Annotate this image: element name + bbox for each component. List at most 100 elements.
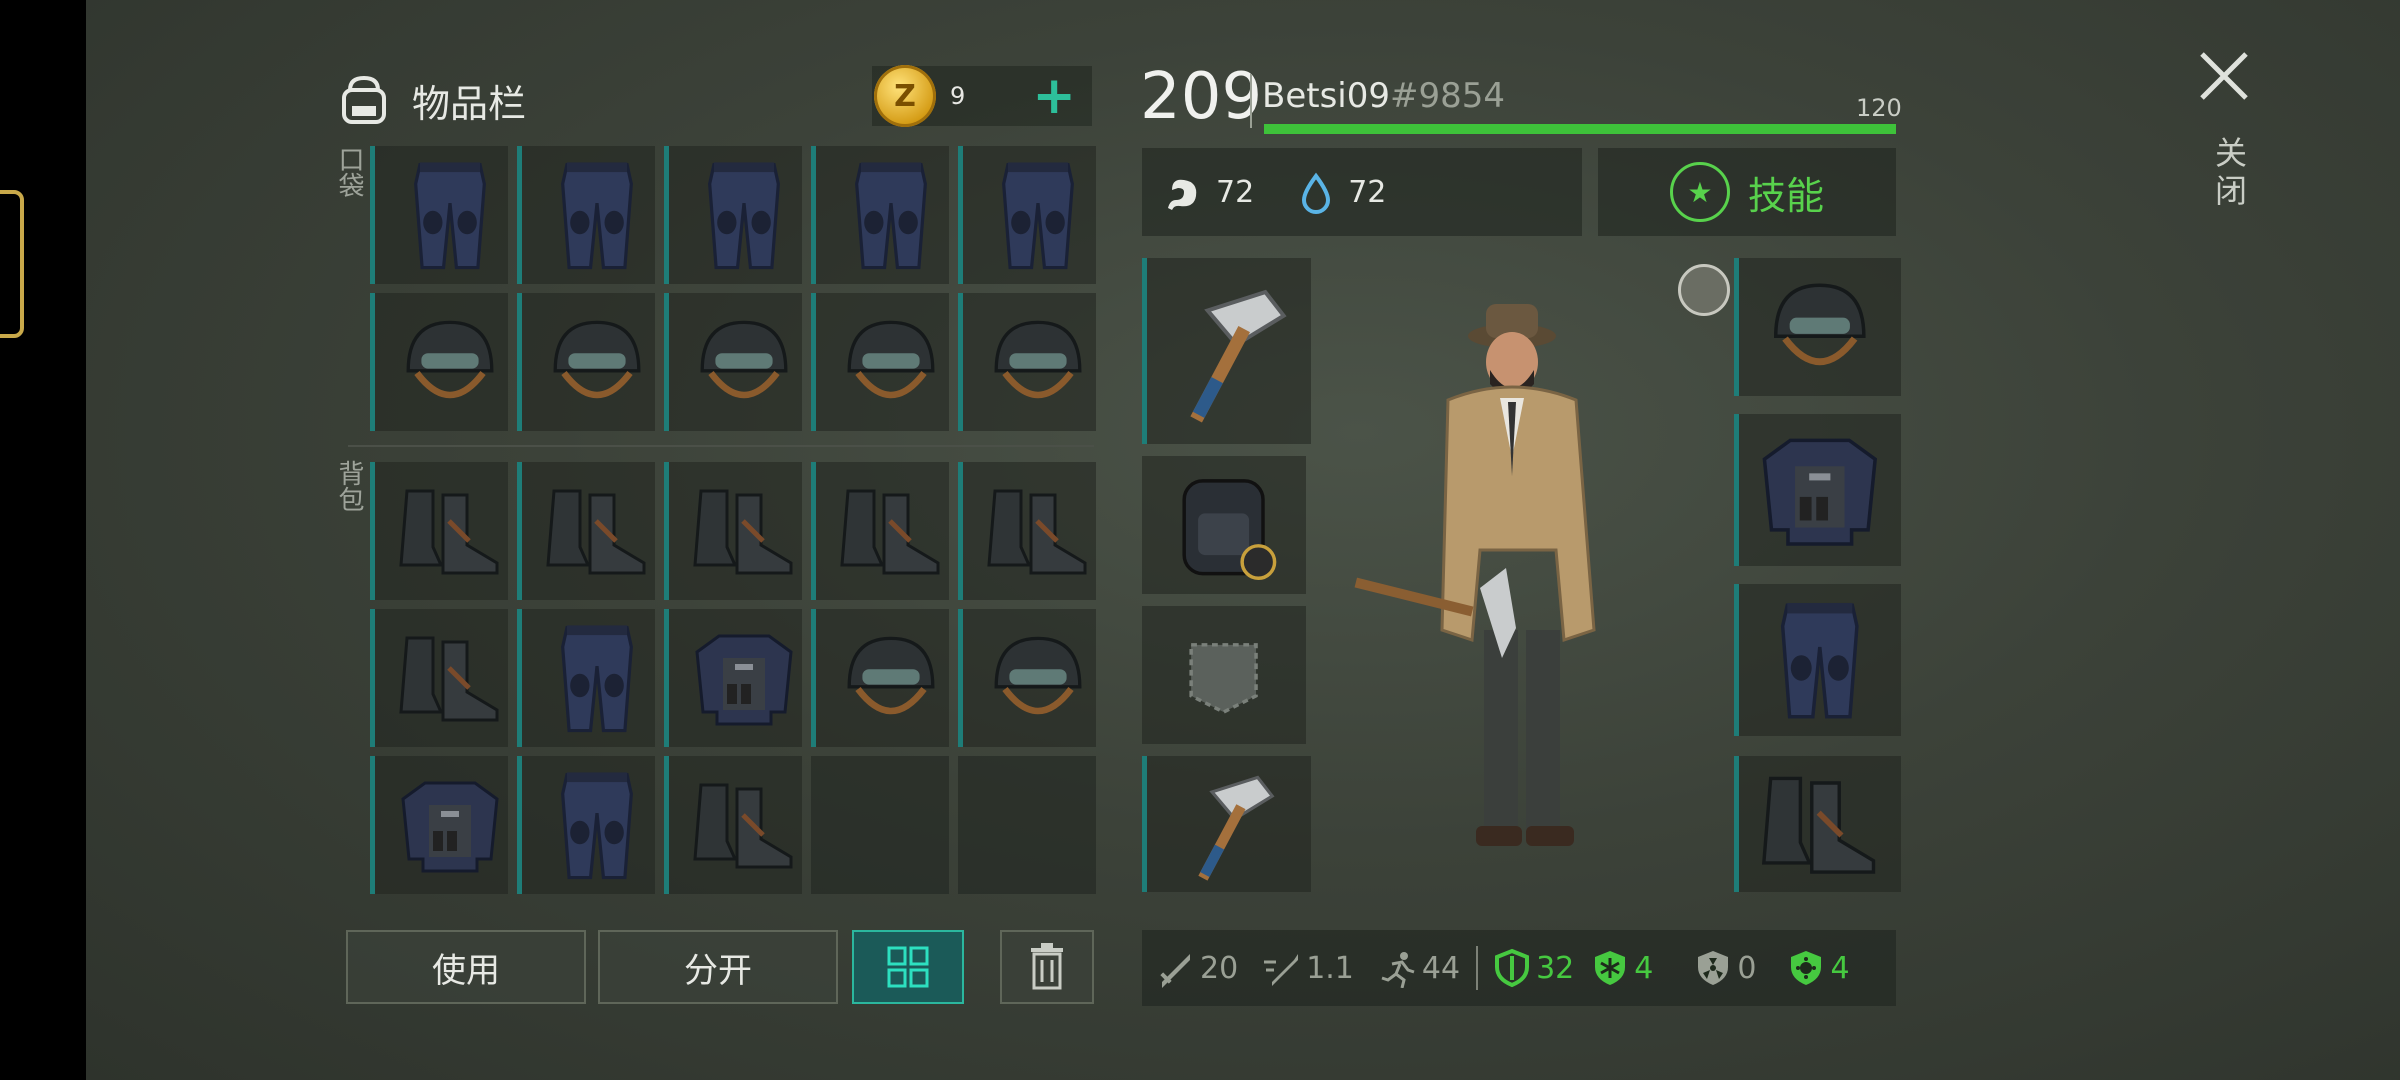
equip-slot-backpack[interactable] [1142,456,1306,594]
boots-icon [983,472,1093,590]
running-icon [1381,952,1415,988]
inventory-title: 物品栏 [412,81,527,126]
helmet-icon [836,619,946,737]
grid-icon [887,946,929,988]
pickaxe-icon [1163,767,1294,881]
backpack-slot[interactable] [664,462,802,600]
add-coins-button[interactable]: + [1032,70,1076,122]
pocket-slot[interactable] [958,293,1096,431]
armor-stat: 32 [1492,948,1574,988]
backpack-slot[interactable] [958,462,1096,600]
radiation-value: 0 [1737,950,1757,986]
backpack-slot[interactable] [517,756,655,894]
helmet-icon [395,303,505,421]
equip-slot-pocket[interactable] [1142,606,1306,744]
combat-stats: 20 1.1 44 32 4 0 4 [1142,930,1896,1006]
sword-icon [1160,954,1190,988]
helmet-icon [983,303,1093,421]
backpack-slot[interactable] [664,609,802,747]
radiation-stat: 0 [1693,948,1756,988]
split-button[interactable]: 分开 [598,930,838,1004]
helmet-icon [836,303,946,421]
armor-value: 32 [1536,950,1575,986]
pocket-slot[interactable] [811,293,949,431]
backpack-label: 背包 [334,460,364,512]
cold-resist-stat: 4 [1590,948,1653,988]
equip-slot-tool[interactable] [1142,756,1311,892]
boots-icon [689,472,799,590]
pants-icon [983,156,1093,274]
vest-icon [689,619,799,737]
boots-icon [1755,767,1885,881]
use-button[interactable]: 使用 [346,930,586,1004]
equip-slot-vest[interactable] [1734,414,1901,566]
player-name-text: Betsi09 [1262,76,1390,116]
backpack-slot[interactable] [958,609,1096,747]
helmet-icon [983,619,1093,737]
close-icon[interactable] [2192,44,2256,108]
pocket-slot[interactable] [664,146,802,284]
vest-icon [1755,426,1885,554]
equip-slot-boots[interactable] [1734,756,1901,892]
section-divider [348,445,1094,447]
pocket-slot[interactable] [517,293,655,431]
attack-speed-stat: 1.1 [1262,948,1354,988]
pocket-slot[interactable] [370,293,508,431]
backpack-slot[interactable] [811,756,949,894]
star-icon: ★ [1669,162,1730,222]
thirst-stat: 72 [1294,170,1386,214]
hunger-stat: 72 [1162,170,1254,214]
pocket-slot[interactable] [958,146,1096,284]
cold-resist-value: 4 [1634,950,1654,986]
backpack-icon [342,75,386,124]
equip-slot-pants[interactable] [1734,584,1901,736]
pants-icon [542,619,652,737]
backpack-slot[interactable] [370,756,508,894]
backpack-slot[interactable] [370,609,508,747]
pocket-slot[interactable] [370,146,508,284]
close-button-label[interactable]: 关闭 [2206,136,2252,212]
helmet-icon [689,303,799,421]
pants-icon [395,156,505,274]
pickaxe-icon [1163,273,1294,429]
backpack-slot[interactable] [811,462,949,600]
movement-speed-value: 44 [1421,950,1461,986]
water-drop-icon [1302,172,1331,214]
xp-bar [1264,124,1896,134]
backpack-slot[interactable] [664,756,802,894]
trash-icon [1031,943,1063,990]
equip-slot-helmet[interactable] [1734,258,1901,396]
backpack-slot[interactable] [517,609,655,747]
perk-badge-icon[interactable] [1678,264,1730,316]
side-badge-icon[interactable] [0,190,24,338]
backpack-item-icon [1158,467,1289,583]
xp-max: 120 [1856,94,1902,122]
coin-count: 9 [950,82,966,110]
helmet-icon [1755,269,1885,385]
backpack-slot[interactable] [517,462,655,600]
pocket-grid [370,146,1096,431]
pants-icon [1755,596,1885,724]
stomach-icon [1168,179,1197,210]
movement-speed-stat: 44 [1378,948,1460,988]
backpack-slot[interactable] [958,756,1096,894]
pocket-slot[interactable] [517,146,655,284]
damage-stat: 20 [1156,948,1238,988]
survival-stats: 72 72 [1142,148,1582,236]
coin-balance: Z 9 + [872,65,1092,127]
sort-button[interactable] [852,930,964,1004]
boots-icon [395,619,505,737]
backpack-slot[interactable] [811,609,949,747]
backpack-slot[interactable] [370,462,508,600]
pants-icon [542,156,652,274]
attack-speed-value: 1.1 [1306,950,1354,986]
equip-slot-weapon[interactable] [1142,258,1311,444]
inventory-header: 物品栏 [336,60,526,140]
delete-button[interactable] [1000,930,1094,1004]
player-id: #9854 [1390,76,1506,116]
snowflake-shield-icon [1595,951,1626,985]
skills-button[interactable]: ★ 技能 [1598,148,1896,236]
pocket-slot[interactable] [664,293,802,431]
virus-shield-icon [1791,951,1822,985]
pocket-slot[interactable] [811,146,949,284]
